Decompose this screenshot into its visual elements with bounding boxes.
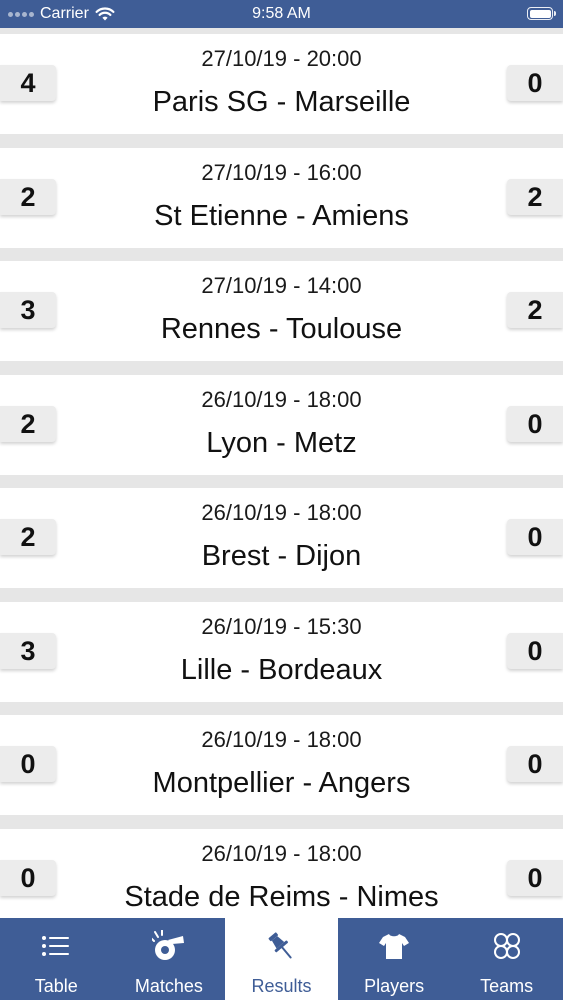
battery-icon [527, 7, 556, 20]
match-card[interactable]: 3 26/10/19 - 15:30 Lille - Bordeaux 0 [0, 601, 563, 702]
tab-label: Players [364, 976, 425, 996]
teams-icon [450, 930, 563, 962]
match-card[interactable]: 3 27/10/19 - 14:00 Rennes - Toulouse 2 [0, 261, 563, 361]
tab-teams[interactable]: Teams [450, 918, 563, 1000]
tab-label: Teams [480, 976, 534, 996]
match-teams: Lyon - Metz [206, 426, 357, 459]
status-time: 9:58 AM [252, 5, 311, 22]
tab-label: Matches [134, 976, 203, 996]
pushpin-icon [225, 930, 338, 962]
tab-label: Results [251, 976, 312, 996]
match-date: 26/10/19 - 18:00 [201, 840, 362, 866]
tab-bar: Table Matches Results Players Teams [0, 918, 563, 1000]
tab-matches[interactable]: Matches [113, 918, 226, 1000]
match-date: 26/10/19 - 18:00 [201, 500, 362, 525]
tab-results[interactable]: Results [225, 918, 338, 1000]
match-date: 27/10/19 - 14:00 [201, 273, 362, 298]
away-score: 0 [507, 859, 563, 896]
tab-label: Table [34, 976, 78, 996]
match-date: 27/10/19 - 20:00 [201, 46, 362, 71]
match-date: 26/10/19 - 15:30 [201, 613, 362, 639]
away-score: 2 [507, 292, 563, 328]
away-score: 0 [507, 519, 563, 555]
results-list[interactable]: 4 27/10/19 - 20:00 Paris SG - Marseille … [0, 34, 563, 918]
match-teams: Rennes - Toulouse [160, 313, 403, 345]
away-score: 0 [507, 746, 563, 782]
away-score: 0 [507, 65, 563, 101]
tab-players[interactable]: Players [338, 918, 451, 1000]
match-card[interactable]: 0 26/10/19 - 18:00 Montpellier - Angers … [0, 715, 563, 815]
match-teams: Brest - Dijon [201, 540, 362, 572]
match-card[interactable]: 0 26/10/19 - 18:00 Stade de Reims - Nime… [0, 828, 563, 918]
match-teams: Paris SG - Marseille [152, 86, 411, 118]
status-bar: Carrier 9:58 AM [0, 0, 563, 28]
away-score: 0 [507, 405, 563, 442]
match-date: 26/10/19 - 18:00 [201, 386, 362, 412]
away-score: 2 [507, 178, 563, 215]
match-date: 27/10/19 - 16:00 [201, 159, 362, 185]
whistle-icon [113, 930, 226, 962]
match-teams: Montpellier - Angers [152, 767, 411, 799]
list-icon [0, 930, 113, 962]
match-card[interactable]: 2 26/10/19 - 18:00 Lyon - Metz 0 [0, 374, 563, 475]
match-card[interactable]: 2 26/10/19 - 18:00 Brest - Dijon 0 [0, 488, 563, 588]
tab-table[interactable]: Table [0, 918, 113, 1000]
match-card[interactable]: 2 27/10/19 - 16:00 St Etienne - Amiens 2 [0, 147, 563, 248]
match-teams: Lille - Bordeaux [180, 653, 383, 686]
jersey-icon [338, 930, 451, 962]
away-score: 0 [507, 632, 563, 669]
match-card[interactable]: 4 27/10/19 - 20:00 Paris SG - Marseille … [0, 34, 563, 134]
match-teams: Stade de Reims - Nimes [124, 880, 439, 913]
match-teams: St Etienne - Amiens [154, 199, 409, 232]
match-date: 26/10/19 - 18:00 [201, 727, 362, 752]
